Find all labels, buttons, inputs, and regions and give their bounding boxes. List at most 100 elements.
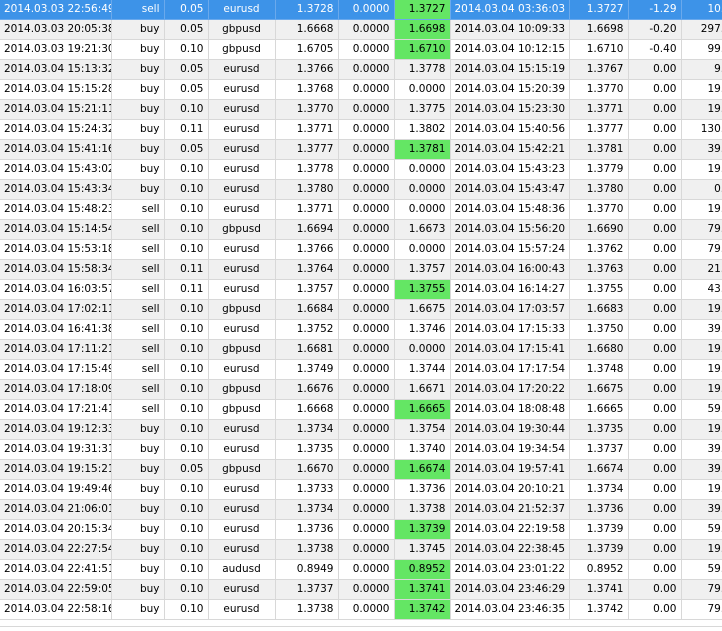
lot-size-cell: 0.05: [164, 459, 209, 480]
open-time-cell: 2014.03.04 15:15:28: [0, 79, 112, 100]
symbol-cell: eurusd: [208, 579, 276, 600]
table-row[interactable]: 2014.03.04 22:41:51 buy 0.10 audusd 0.8949 0.…: [0, 559, 722, 580]
table-row[interactable]: 2014.03.03 19:21:30 buy 0.10 gbpusd 1.6705 0.…: [0, 39, 722, 60]
open-price-cell: 0.8949: [275, 559, 339, 580]
close-price-cell: 1.3767: [569, 59, 629, 80]
table-row[interactable]: 2014.03.04 15:58:34 sell 0.11 eurusd 1.3764 0…: [0, 259, 722, 280]
order-type-cell: buy: [111, 19, 165, 40]
table-row[interactable]: 2014.03.04 17:15:49 sell 0.10 eurusd 1.3749 0…: [0, 359, 722, 380]
take-profit-cell: 1.3781: [394, 139, 451, 160]
profit-cell: 39.72: [681, 499, 722, 520]
table-row[interactable]: 2014.03.04 19:31:31 buy 0.10 eurusd 1.3735 0.…: [0, 439, 722, 460]
take-profit-cell: 1.6698: [394, 19, 451, 40]
table-row[interactable]: 2014.03.04 17:02:11 sell 0.10 gbpusd 1.6684 0…: [0, 299, 722, 320]
stop-loss-cell: 0.0000: [338, 559, 395, 580]
lot-size-cell: 0.10: [164, 419, 209, 440]
close-time-cell: 2014.03.04 22:38:45: [450, 539, 570, 560]
close-time-cell: 2014.03.04 16:00:43: [450, 259, 570, 280]
open-price-cell: 1.3764: [275, 259, 339, 280]
stop-loss-cell: 0.0000: [338, 319, 395, 340]
commission-cell: 0.00: [628, 99, 682, 120]
table-row[interactable]: 2014.03.03 20:05:38 buy 0.05 gbpusd 1.6668 0.…: [0, 19, 722, 40]
table-row[interactable]: 2014.03.04 15:14:54 sell 0.10 gbpusd 1.6694 0…: [0, 219, 722, 240]
open-price-cell: 1.3736: [275, 519, 339, 540]
lot-size-cell: 0.10: [164, 99, 209, 120]
open-price-cell: 1.3733: [275, 479, 339, 500]
close-time-cell: 2014.03.04 15:23:30: [450, 99, 570, 120]
order-type-cell: buy: [111, 499, 165, 520]
stop-loss-cell: 0.0000: [338, 279, 395, 300]
close-price-cell: 1.3739: [569, 519, 629, 540]
lot-size-cell: 0.05: [164, 79, 209, 100]
table-row[interactable]: 2014.03.04 16:03:57 sell 0.11 eurusd 1.3757 0…: [0, 279, 722, 300]
close-price-cell: 0.8952: [569, 559, 629, 580]
profit-cell: 43.86: [681, 279, 722, 300]
open-time-cell: 2014.03.04 15:21:11: [0, 99, 112, 120]
lot-size-cell: 0.10: [164, 479, 209, 500]
table-row[interactable]: 2014.03.04 20:15:34 buy 0.10 eurusd 1.3736 0.…: [0, 519, 722, 540]
commission-cell: 0.00: [628, 119, 682, 140]
table-row[interactable]: 2014.03.04 17:11:21 sell 0.10 gbpusd 1.6681 0…: [0, 339, 722, 360]
commission-cell: -0.40: [628, 39, 682, 60]
close-time-cell: 2014.03.04 15:40:56: [450, 119, 570, 140]
open-time-cell: 2014.03.04 22:59:05: [0, 579, 112, 600]
table-row[interactable]: 2014.03.04 22:58:16 buy 0.10 eurusd 1.3738 0.…: [0, 599, 722, 620]
table-row[interactable]: 2014.03.04 15:21:11 buy 0.10 eurusd 1.3770 0.…: [0, 99, 722, 120]
table-row[interactable]: 2014.03.04 19:49:46 buy 0.10 eurusd 1.3733 0.…: [0, 479, 722, 500]
stop-loss-cell: 0.0000: [338, 239, 395, 260]
table-row[interactable]: 2014.03.04 22:27:54 buy 0.10 eurusd 1.3738 0.…: [0, 539, 722, 560]
stop-loss-cell: 0.0000: [338, 99, 395, 120]
open-price-cell: 1.3757: [275, 279, 339, 300]
table-row[interactable]: 2014.03.04 19:12:33 buy 0.10 eurusd 1.3734 0.…: [0, 419, 722, 440]
close-time-cell: 2014.03.04 22:19:58: [450, 519, 570, 540]
symbol-cell: eurusd: [208, 179, 276, 200]
commission-cell: 0.00: [628, 299, 682, 320]
commission-cell: 0.00: [628, 339, 682, 360]
commission-cell: 0.00: [628, 179, 682, 200]
close-price-cell: 1.3770: [569, 79, 629, 100]
table-row[interactable]: 2014.03.04 17:21:41 sell 0.10 gbpusd 1.6668 0…: [0, 399, 722, 420]
table-row[interactable]: 2014.03.04 15:48:23 sell 0.10 eurusd 1.3771 0…: [0, 199, 722, 220]
close-price-cell: 1.3748: [569, 359, 629, 380]
table-row[interactable]: 2014.03.04 15:41:16 buy 0.05 eurusd 1.3777 0.…: [0, 139, 722, 160]
table-row[interactable]: 2014.03.04 22:59:05 buy 0.10 eurusd 1.3737 0.…: [0, 579, 722, 600]
lot-size-cell: 0.05: [164, 0, 209, 20]
open-price-cell: 1.3768: [275, 79, 339, 100]
open-time-cell: 2014.03.04 22:41:51: [0, 559, 112, 580]
table-row[interactable]: 2014.03.04 15:24:32 buy 0.11 eurusd 1.3771 0.…: [0, 119, 722, 140]
table-row[interactable]: 2014.03.04 15:15:28 buy 0.05 eurusd 1.3768 0.…: [0, 79, 722, 100]
symbol-cell: eurusd: [208, 479, 276, 500]
open-time-cell: 2014.03.04 15:14:54: [0, 219, 112, 240]
profit-cell: 39.90: [681, 319, 722, 340]
open-price-cell: 1.3728: [275, 0, 339, 20]
lot-size-cell: 0.05: [164, 139, 209, 160]
profit-cell: 79.34: [681, 599, 722, 620]
close-price-cell: 1.6683: [569, 299, 629, 320]
lot-size-cell: 0.05: [164, 59, 209, 80]
close-time-cell: 2014.03.04 19:57:41: [450, 459, 570, 480]
open-price-cell: 1.3737: [275, 579, 339, 600]
open-time-cell: 2014.03.04 19:49:46: [0, 479, 112, 500]
table-row[interactable]: 2014.03.04 15:13:32 buy 0.05 eurusd 1.3766 0.…: [0, 59, 722, 80]
close-price-cell: 1.6698: [569, 19, 629, 40]
profit-cell: 39.61: [681, 139, 722, 160]
stop-loss-cell: 0.0000: [338, 379, 395, 400]
order-type-cell: sell: [111, 339, 165, 360]
lot-size-cell: 0.10: [164, 359, 209, 380]
table-row[interactable]: 2014.03.04 15:43:34 buy 0.10 eurusd 1.3780 0.…: [0, 179, 722, 200]
table-row[interactable]: 2014.03.04 15:53:18 sell 0.10 eurusd 1.3766 0…: [0, 239, 722, 260]
table-row[interactable]: 2014.03.04 21:06:01 buy 0.10 eurusd 1.3734 0.…: [0, 499, 722, 520]
table-row[interactable]: 2014.03.04 19:15:21 buy 0.05 gbpusd 1.6670 0.…: [0, 459, 722, 480]
symbol-cell: eurusd: [208, 0, 276, 20]
table-row[interactable]: 2014.03.03 22:56:49 sell 0.05 eurusd 1.3728 0…: [0, 0, 722, 20]
close-time-cell: 2014.03.04 10:12:15: [450, 39, 570, 60]
commission-cell: 0.00: [628, 599, 682, 620]
close-price-cell: 1.6710: [569, 39, 629, 60]
table-row[interactable]: 2014.03.04 16:41:38 sell 0.10 eurusd 1.3752 0…: [0, 319, 722, 340]
take-profit-cell: 1.3741: [394, 579, 451, 600]
table-row[interactable]: 2014.03.04 15:43:02 buy 0.10 eurusd 1.3778 0.…: [0, 159, 722, 180]
open-time-cell: 2014.03.04 20:15:34: [0, 519, 112, 540]
commission-cell: 0.00: [628, 559, 682, 580]
profit-cell: 39.74: [681, 439, 722, 460]
table-row[interactable]: 2014.03.04 17:18:09 sell 0.10 gbpusd 1.6676 0…: [0, 379, 722, 400]
